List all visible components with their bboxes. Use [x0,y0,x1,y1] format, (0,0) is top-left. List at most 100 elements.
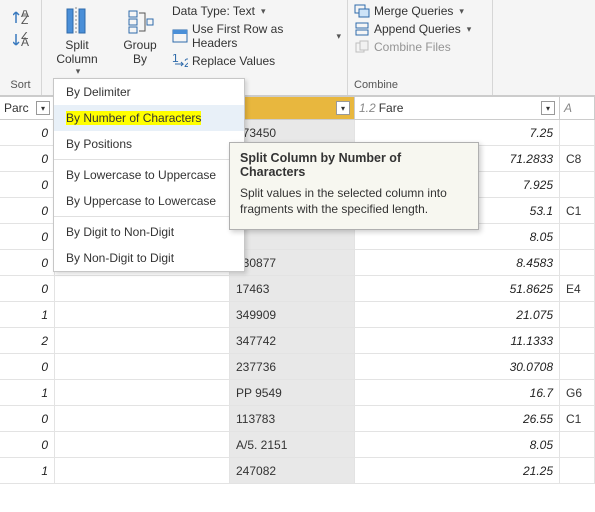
cell-extra [560,250,595,275]
append-queries-icon [354,22,370,36]
table-row[interactable]: 1 24708221.25 [0,458,595,484]
cell-parc: 0 [0,120,55,145]
filter-dropdown-icon[interactable]: ▾ [336,101,350,115]
merge-queries-icon [354,4,370,18]
combine-group-label: Combine [354,77,398,95]
cell-ticket: 113783 [230,406,355,431]
cell-parc: 1 [0,458,55,483]
replace-values-button[interactable]: 12 Replace Values [172,52,275,70]
menu-separator [54,216,244,217]
cell-extra [560,120,595,145]
cell-fare: 8.4583 [355,250,560,275]
svg-text:A: A [21,35,29,48]
cell-blank [55,276,230,301]
cell-blank [55,432,230,457]
cell-extra [560,328,595,353]
sort-group: AZ ZA Sort [0,0,42,95]
menu-separator [54,159,244,160]
cell-blank [55,458,230,483]
cell-blank [55,328,230,353]
menu-item-by-number-of-characters[interactable]: By Number of Characters [54,105,244,131]
column-header-extra[interactable]: A [560,97,595,119]
menu-item-by-delimiter[interactable]: By Delimiter [54,79,244,105]
cell-ticket: PP 9549 [230,380,355,405]
menu-item-nondigit-to-digit[interactable]: By Non-Digit to Digit [54,245,244,271]
combine-files-icon [354,40,370,54]
cell-parc: 0 [0,354,55,379]
cell-parc: 0 [0,250,55,275]
cell-ticket: 17463 [230,276,355,301]
split-column-menu: By Delimiter By Number of Characters By … [53,78,245,272]
column-header-parc[interactable]: Parc ▾ [0,97,55,119]
cell-extra [560,224,595,249]
table-headers-icon [172,29,188,43]
combine-group: Merge Queries▾ Append Queries▾ Combine F… [348,0,493,95]
cell-fare: 51.8625 [355,276,560,301]
sort-asc-button[interactable]: AZ [13,8,29,28]
cell-parc: 1 [0,380,55,405]
group-by-button[interactable]: Group By [117,2,162,70]
cell-fare: 11.1333 [355,328,560,353]
cell-parc: 0 [0,224,55,249]
cell-extra [560,172,595,197]
cell-blank [55,302,230,327]
column-header-ticket[interactable]: ▾ [230,97,355,119]
cell-parc: 0 [0,406,55,431]
cell-parc: 0 [0,198,55,223]
split-column-button[interactable]: Split Column ▾ [50,2,103,81]
data-type-button[interactable]: Data Type: Text▾ [172,2,265,20]
cell-extra [560,458,595,483]
chevron-down-icon: ▾ [259,6,266,17]
cell-extra [560,354,595,379]
cell-extra: E4 [560,276,595,301]
svg-text:2: 2 [184,56,188,68]
table-row[interactable]: 1PP 954916.7G6 [0,380,595,406]
cell-ticket: 237736 [230,354,355,379]
cell-parc: 0 [0,172,55,197]
menu-item-upper-to-lower[interactable]: By Uppercase to Lowercase [54,188,244,214]
cell-fare: 21.075 [355,302,560,327]
group-by-icon [125,6,155,38]
split-column-icon [61,6,93,38]
append-queries-button[interactable]: Append Queries▾ [354,20,471,38]
tooltip: Split Column by Number of Characters Spl… [229,142,479,230]
menu-item-digit-to-nondigit[interactable]: By Digit to Non-Digit [54,219,244,245]
cell-parc: 2 [0,328,55,353]
merge-queries-button[interactable]: Merge Queries▾ [354,2,464,20]
cell-fare: 30.0708 [355,354,560,379]
cell-fare: 21.25 [355,458,560,483]
chevron-down-icon: ▾ [465,24,472,35]
table-row[interactable]: 134990921.075 [0,302,595,328]
tooltip-body: Split values in the selected column into… [240,185,468,217]
svg-text:1: 1 [172,54,179,65]
cell-fare: 8.05 [355,432,560,457]
menu-item-by-positions[interactable]: By Positions [54,131,244,157]
sort-group-label: Sort [10,77,30,95]
table-row[interactable]: 0 A/5. 21518.05 [0,432,595,458]
table-row[interactable]: 0 23773630.0708 [0,354,595,380]
cell-extra: C1 [560,198,595,223]
cell-blank [55,354,230,379]
filter-dropdown-icon[interactable]: ▾ [541,101,555,115]
cell-extra [560,432,595,457]
cell-parc: 0 [0,146,55,171]
menu-item-lower-to-upper[interactable]: By Lowercase to Uppercase [54,162,244,188]
cell-extra: C1 [560,406,595,431]
cell-parc: 1 [0,302,55,327]
table-row[interactable]: 2 34774211.1333 [0,328,595,354]
cell-blank [55,406,230,431]
cell-parc: 0 [0,432,55,457]
sort-desc-button[interactable]: ZA [13,30,29,50]
column-header-fare[interactable]: 1.2 Fare ▾ [355,97,560,119]
cell-fare: 16.7 [355,380,560,405]
combine-files-button[interactable]: Combine Files [354,38,451,56]
use-first-row-headers-button[interactable]: Use First Row as Headers▾ [172,20,341,52]
cell-ticket: 247082 [230,458,355,483]
filter-dropdown-icon[interactable]: ▾ [36,101,50,115]
cell-fare: 26.55 [355,406,560,431]
table-row[interactable]: 0 11378326.55C1 [0,406,595,432]
cell-ticket: A/5. 2151 [230,432,355,457]
cell-ticket: 330877 [230,250,355,275]
table-row[interactable]: 01746351.8625E4 [0,276,595,302]
cell-ticket: 347742 [230,328,355,353]
